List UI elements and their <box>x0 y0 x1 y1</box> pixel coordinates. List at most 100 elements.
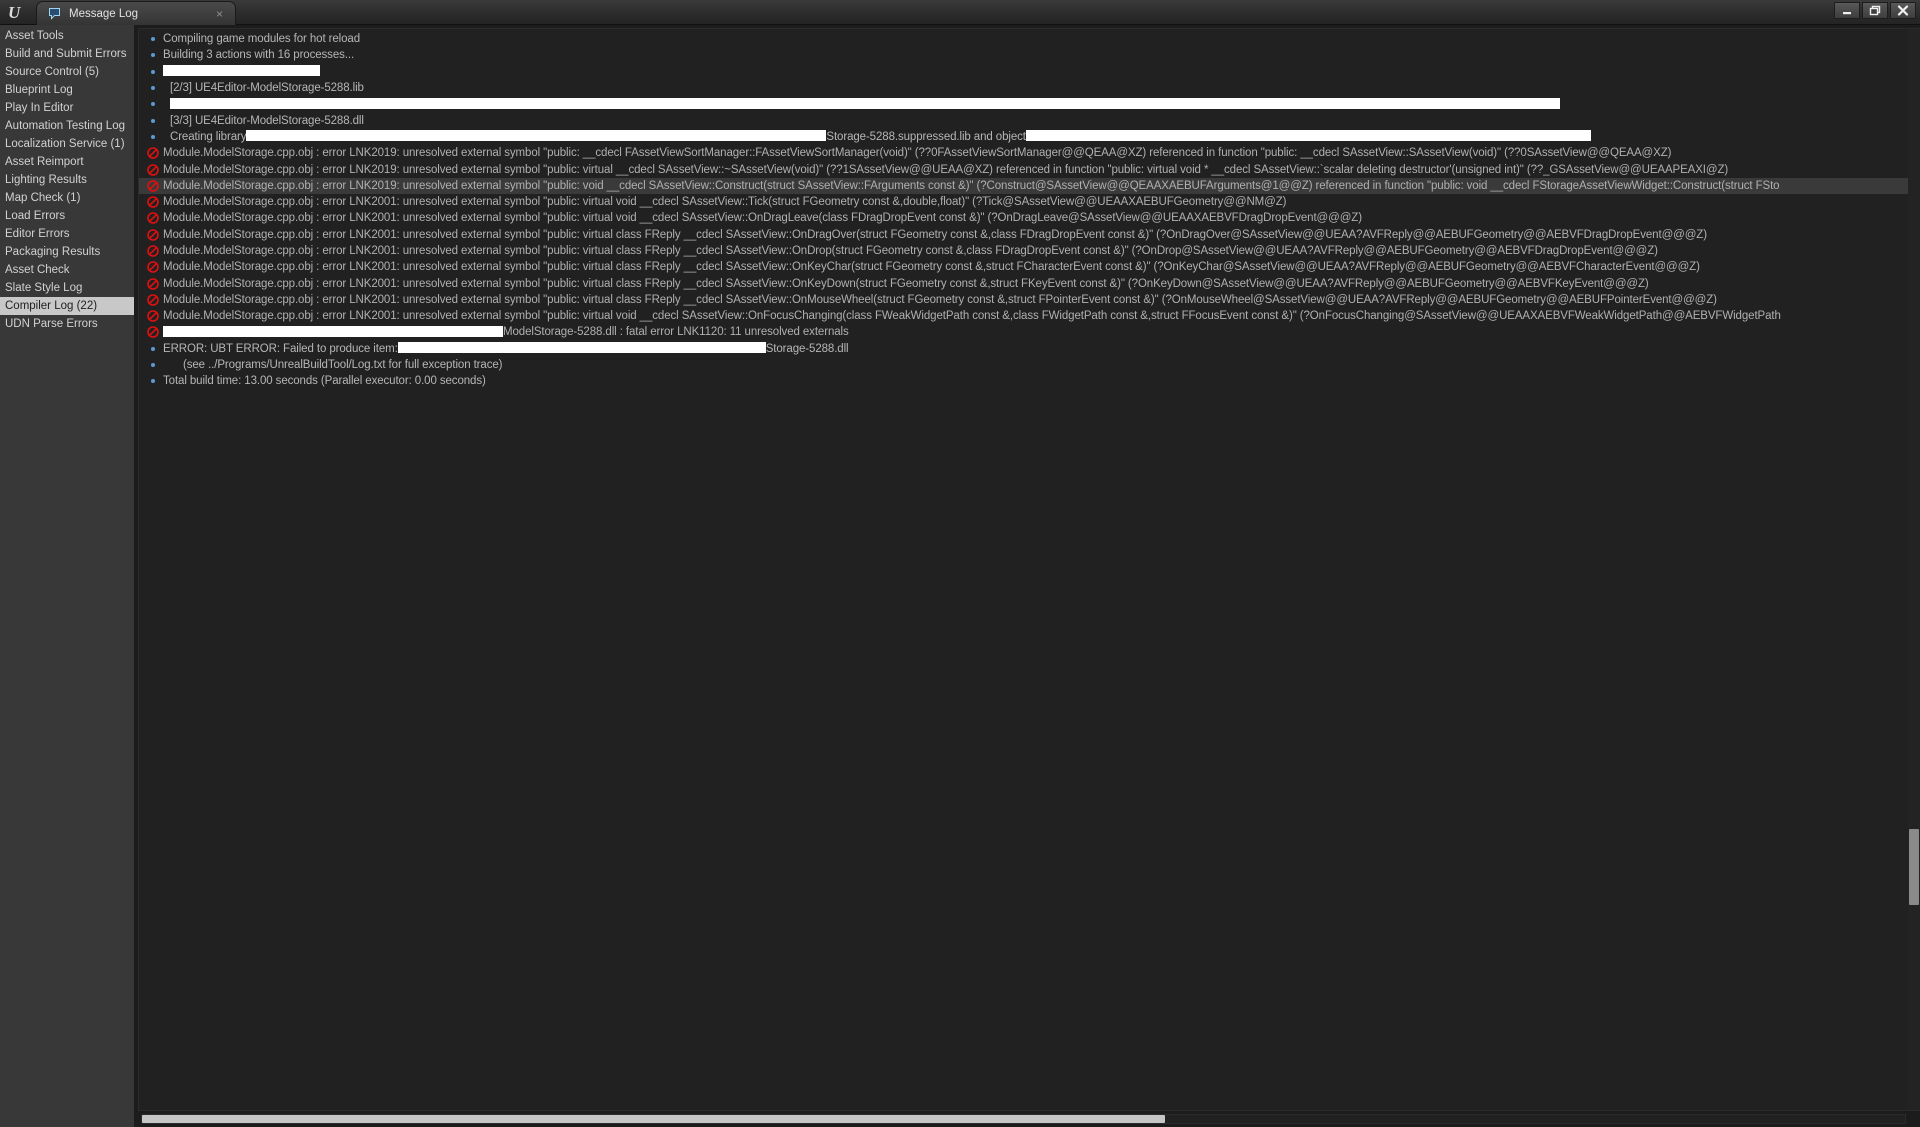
sidebar-item-editor-errors[interactable]: Editor Errors <box>0 225 134 243</box>
log-row-error[interactable]: Module.ModelStorage.cpp.obj : error LNK2… <box>139 308 1920 324</box>
log-row-text: ERROR: UBT ERROR: Failed to produce item… <box>163 342 849 355</box>
sidebar-item-localization-service[interactable]: Localization Service (1) <box>0 135 134 153</box>
sidebar-item-slate-style-log[interactable]: Slate Style Log <box>0 279 134 297</box>
vertical-scrollbar[interactable] <box>1908 29 1920 1110</box>
log-row-text: Module.ModelStorage.cpp.obj : error LNK2… <box>163 228 1707 241</box>
redacted-path-box <box>163 65 320 77</box>
close-button[interactable] <box>1890 2 1916 19</box>
close-icon[interactable]: × <box>212 8 227 20</box>
sidebar-item-load-errors[interactable]: Load Errors <box>0 207 134 225</box>
sidebar-item-blueprint-log[interactable]: Blueprint Log <box>0 81 134 99</box>
bullet-icon <box>143 37 163 42</box>
sidebar-item-packaging-results[interactable]: Packaging Results <box>0 243 134 261</box>
error-icon <box>143 180 163 192</box>
log-row-error[interactable]: Module.ModelStorage.cpp.obj : error LNK2… <box>139 161 1920 177</box>
log-row-error[interactable]: Module.ModelStorage.cpp.obj : error LNK2… <box>139 292 1920 308</box>
error-icon <box>143 163 163 176</box>
redacted-path-box <box>246 130 827 142</box>
unreal-engine-logo-icon: U <box>0 0 36 24</box>
bullet-icon <box>143 69 163 74</box>
redacted-path-box <box>163 325 503 337</box>
bullet-icon <box>143 86 163 91</box>
redacted-path-box <box>1025 130 1591 142</box>
log-row-text: [3/3] UE4Editor-ModelStorage-5288.dll <box>170 114 364 127</box>
restore-button[interactable] <box>1862 2 1888 19</box>
log-row-text: Module.ModelStorage.cpp.obj : error LNK2… <box>163 261 1700 274</box>
log-row-error[interactable]: Module.ModelStorage.cpp.obj : error LNK2… <box>139 275 1920 291</box>
log-row-text: Compiling game modules for hot reload <box>163 33 361 46</box>
log-row-info[interactable] <box>139 96 1920 112</box>
log-row-text: ModelStorage-5288.dll : fatal error LNK1… <box>163 325 849 338</box>
app-body: Asset Tools Build and Submit Errors Source… <box>0 25 1920 1127</box>
log-row-text: Module.ModelStorage.cpp.obj : error LNK2… <box>163 196 1287 209</box>
error-icon <box>143 261 163 274</box>
horizontal-scrollbar[interactable] <box>141 1114 1906 1124</box>
error-icon <box>143 196 163 208</box>
log-row-text: Module.ModelStorage.cpp.obj : error LNK2… <box>163 212 1362 225</box>
log-row-error[interactable]: Module.ModelStorage.cpp.obj : error LNK2… <box>139 259 1920 275</box>
bullet-icon <box>143 134 163 139</box>
minimize-button[interactable] <box>1834 2 1860 19</box>
log-row-info[interactable]: ERROR: UBT ERROR: Failed to produce item… <box>139 341 1920 357</box>
error-icon <box>143 147 163 160</box>
message-log-icon <box>47 7 61 21</box>
log-row-info[interactable]: (see ../Programs/UnrealBuildTool/Log.txt… <box>139 357 1920 373</box>
log-row-info[interactable]: [2/3] UE4Editor-ModelStorage-5288.lib <box>139 80 1920 96</box>
window-controls <box>1834 2 1916 19</box>
log-row-info[interactable]: Compiling game modules for hot reload <box>139 31 1920 47</box>
log-row-info[interactable]: Building 3 actions with 16 processes... <box>139 47 1920 63</box>
log-row-error[interactable]: Module.ModelStorage.cpp.obj : error LNK2… <box>139 243 1920 259</box>
svg-text:U: U <box>8 3 21 22</box>
sidebar-item-asset-check[interactable]: Asset Check <box>0 261 134 279</box>
sidebar-item-udn-parse-errors[interactable]: UDN Parse Errors <box>0 315 134 333</box>
log-row-text: Module.ModelStorage.cpp.obj : error LNK2… <box>163 277 1649 290</box>
bullet-icon <box>143 346 163 351</box>
error-icon <box>143 326 163 339</box>
sidebar-item-asset-reimport[interactable]: Asset Reimport <box>0 153 134 171</box>
log-row-error[interactable]: Module.ModelStorage.cpp.obj : error LNK2… <box>139 227 1920 243</box>
log-row-text <box>163 97 1560 110</box>
vertical-scrollbar-thumb[interactable] <box>1909 828 1919 905</box>
sidebar-item-lighting-results[interactable]: Lighting Results <box>0 171 134 189</box>
bullet-icon <box>143 102 163 107</box>
bullet-icon <box>143 53 163 58</box>
log-row-text: Module.ModelStorage.cpp.obj : error LNK2… <box>163 293 1717 306</box>
log-category-sidebar[interactable]: Asset Tools Build and Submit Errors Source… <box>0 25 135 1127</box>
sidebar-item-build-and-submit-errors[interactable]: Build and Submit Errors <box>0 45 134 63</box>
log-row-info[interactable]: [3/3] UE4Editor-ModelStorage-5288.dll <box>139 112 1920 128</box>
log-row-error[interactable]: Module.ModelStorage.cpp.obj : error LNK2… <box>139 210 1920 226</box>
sidebar-item-compiler-log[interactable]: Compiler Log (22) <box>0 297 134 315</box>
horizontal-scrollbar-thumb[interactable] <box>142 1115 1165 1123</box>
log-row-text: Creating library Storage-5288.suppressed.… <box>163 130 1591 143</box>
log-row-text: Module.ModelStorage.cpp.obj : error LNK2… <box>163 163 1729 176</box>
tab-label: Message Log <box>69 7 139 20</box>
log-row-error[interactable]: ModelStorage-5288.dll : fatal error LNK1… <box>139 324 1920 340</box>
sidebar-item-asset-tools[interactable]: Asset Tools <box>0 27 134 45</box>
bullet-icon <box>143 118 163 123</box>
log-row-text: Module.ModelStorage.cpp.obj : error LNK2… <box>163 147 1672 160</box>
log-surface[interactable]: Compiling game modules for hot reload Bui… <box>138 28 1920 1111</box>
sidebar-item-automation-testing-log[interactable]: Automation Testing Log <box>0 117 134 135</box>
error-icon <box>143 294 163 306</box>
error-icon <box>143 212 163 225</box>
horizontal-scrollbar-area <box>138 1111 1920 1127</box>
log-row-info[interactable] <box>139 64 1920 80</box>
redacted-path-box <box>397 342 766 354</box>
sidebar-item-play-in-editor[interactable]: Play In Editor <box>0 99 134 117</box>
error-icon <box>143 245 163 257</box>
sidebar-item-map-check[interactable]: Map Check (1) <box>0 189 134 207</box>
log-row-info[interactable]: Creating library Storage-5288.suppressed.… <box>139 129 1920 145</box>
log-row-error[interactable]: Module.ModelStorage.cpp.obj : error LNK2… <box>139 145 1920 161</box>
log-row-text: Total build time: 13.00 seconds (Paralle… <box>163 375 486 388</box>
log-row-error[interactable]: Module.ModelStorage.cpp.obj : error LNK2… <box>139 177 1920 194</box>
log-entry-list: Compiling game modules for hot reload Bui… <box>139 29 1920 1110</box>
sidebar-item-source-control[interactable]: Source Control (5) <box>0 63 134 81</box>
log-row-info[interactable]: Total build time: 13.00 seconds (Paralle… <box>139 373 1920 389</box>
log-row-text: Module.ModelStorage.cpp.obj : error LNK2… <box>163 310 1781 323</box>
error-icon <box>143 277 163 290</box>
title-bar: U Message Log × <box>0 0 1920 25</box>
redacted-path-box <box>170 97 1560 109</box>
tab-message-log[interactable]: Message Log × <box>36 1 236 25</box>
log-row-error[interactable]: Module.ModelStorage.cpp.obj : error LNK2… <box>139 194 1920 210</box>
log-pane: Compiling game modules for hot reload Bui… <box>135 25 1920 1127</box>
